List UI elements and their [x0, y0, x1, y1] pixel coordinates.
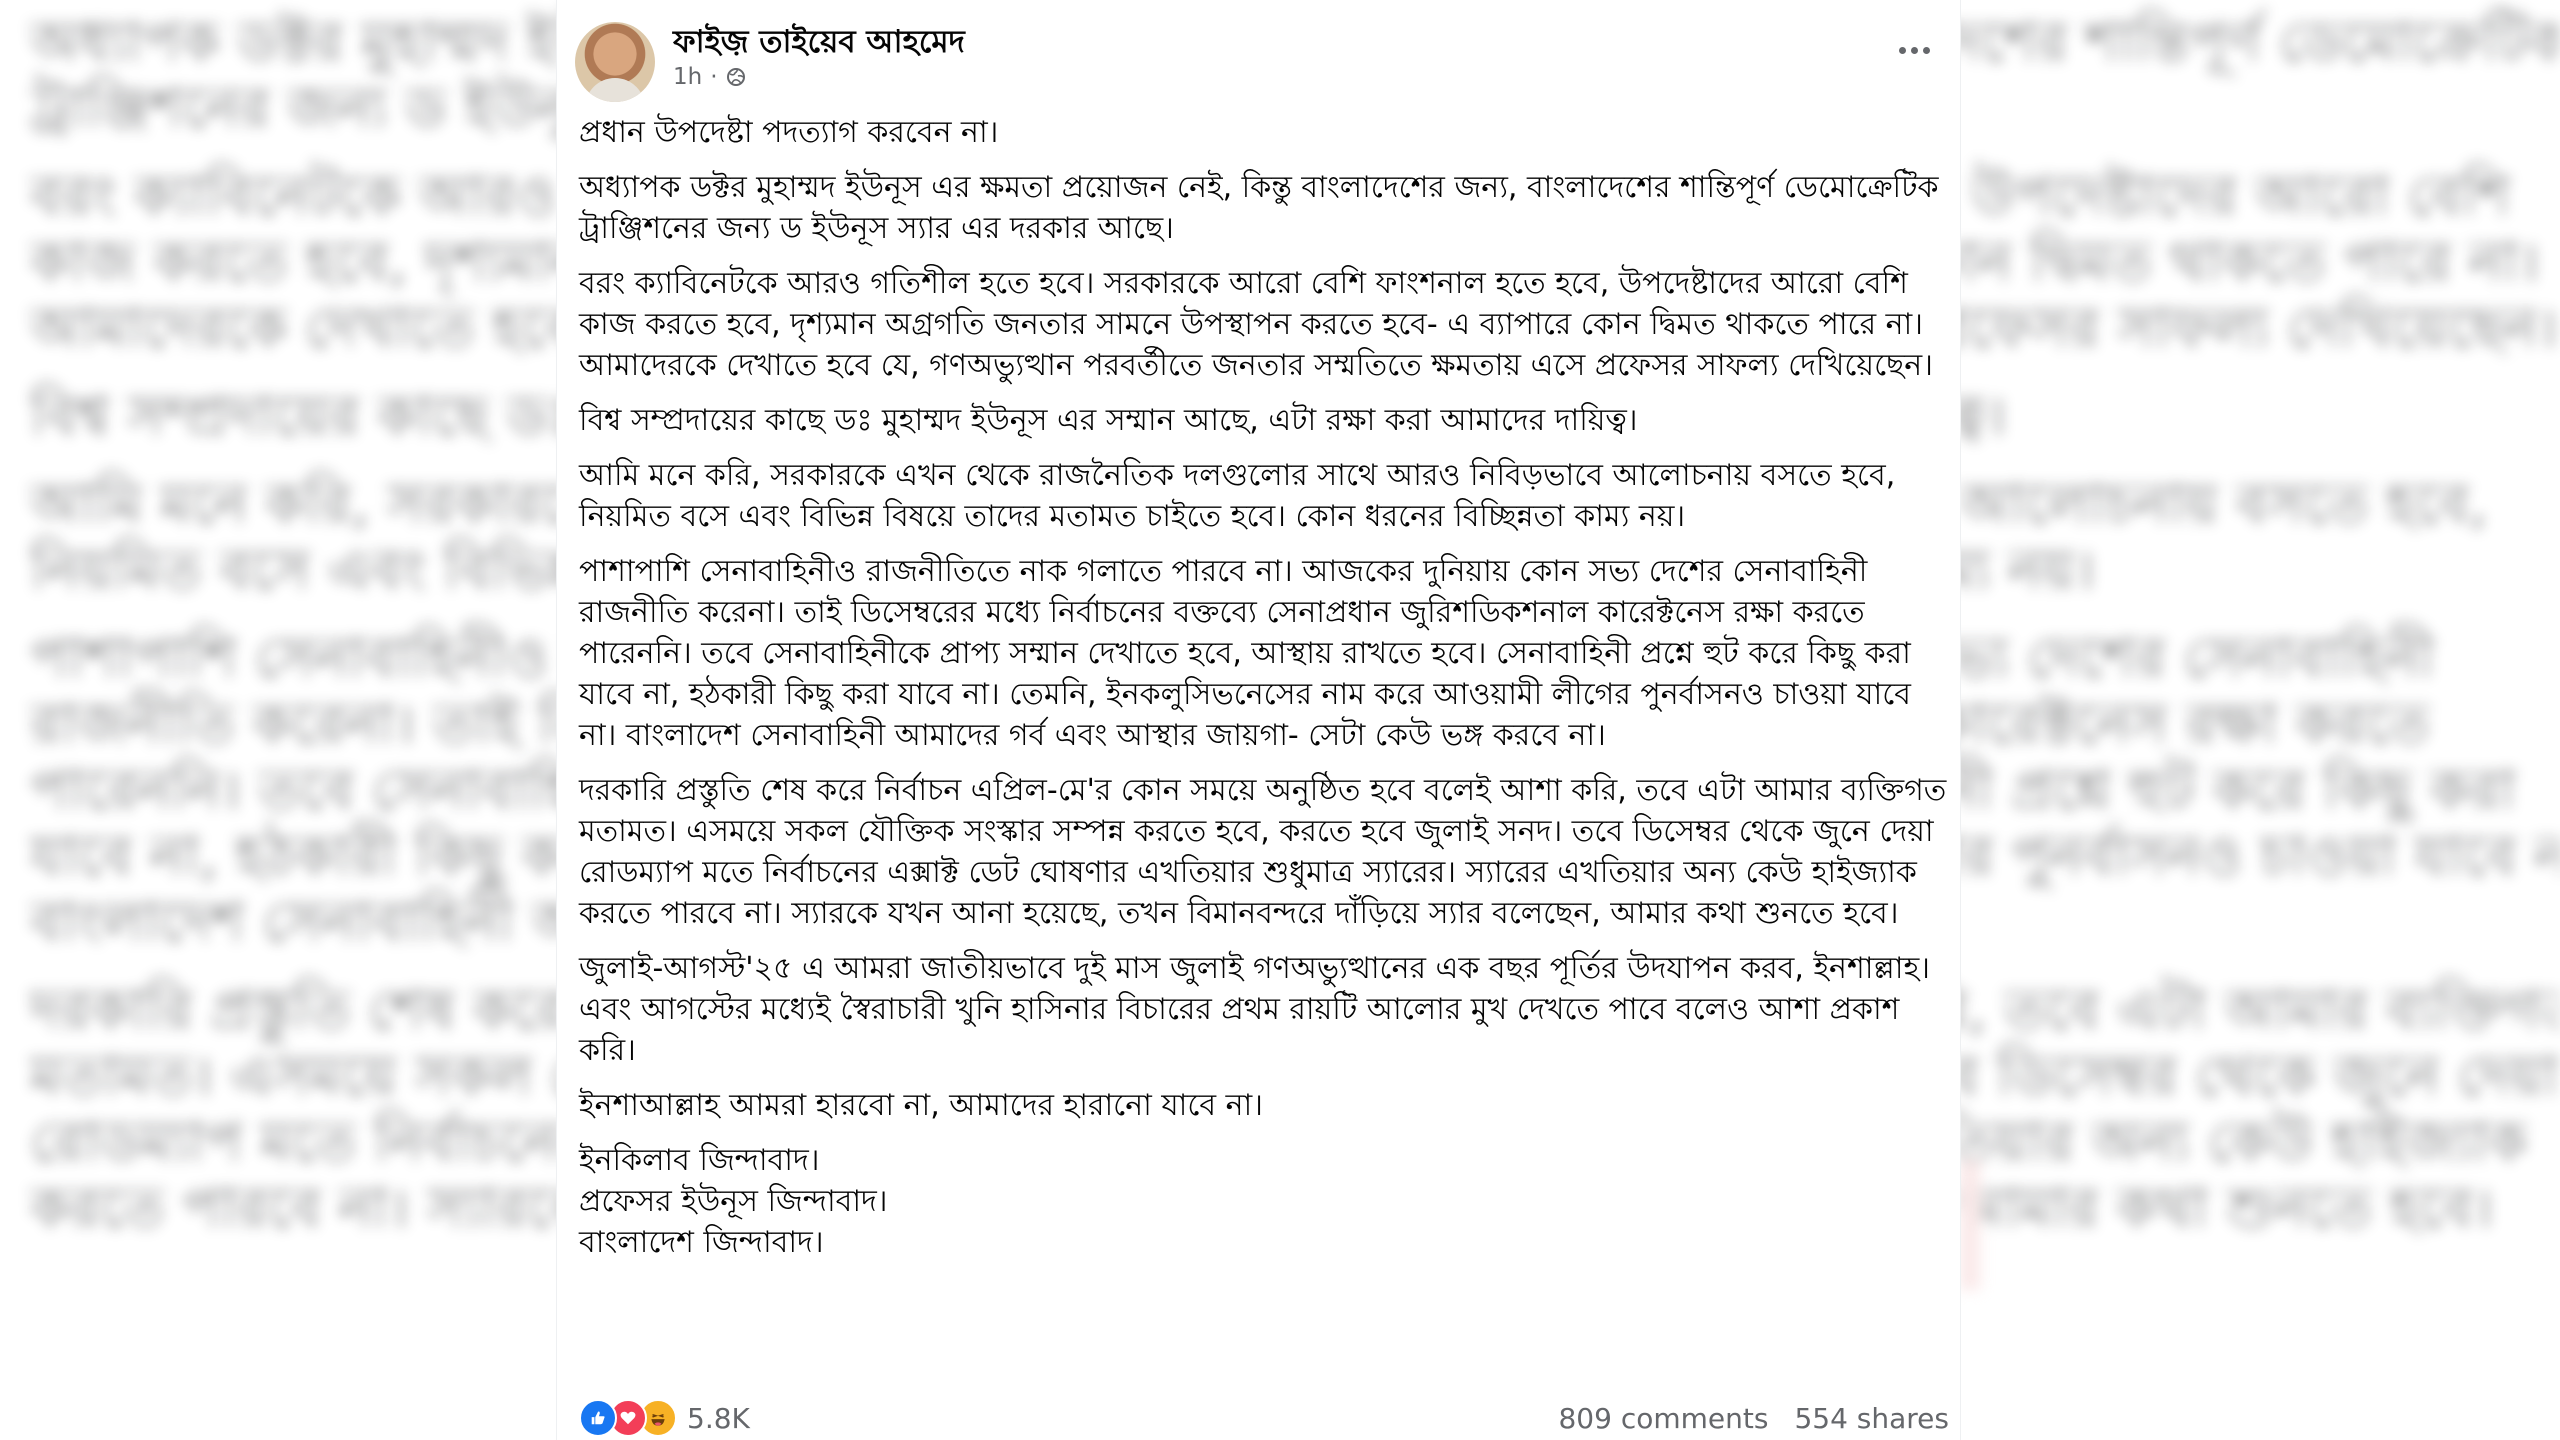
more-options-button[interactable] — [1890, 30, 1938, 70]
like-icon — [579, 1399, 617, 1437]
meta-separator: · — [710, 64, 718, 90]
more-options-icon — [1898, 46, 1906, 54]
more-options-icon — [1910, 46, 1918, 54]
post-paragraph: প্রধান উপদেষ্টা পদত্যাগ করবেন না। — [579, 115, 999, 150]
post-paragraph: অধ্যাপক ডক্টর মুহাম্মদ ইউনূস এর ক্ষমতা প… — [579, 170, 1939, 246]
more-options-icon — [1922, 46, 1930, 54]
post-paragraph: আমি মনে করি, সরকারকে এখন থেকে রাজনৈতিক দ… — [579, 458, 1896, 534]
screenshot-stage: অধ্যাপক ডক্টর মুহাম্মদ ইউনূস এর ক্ষমতা প… — [0, 0, 2560, 1440]
author-avatar[interactable] — [575, 22, 655, 102]
avatar-shirt — [585, 78, 645, 102]
post-paragraph: বিশ্ব সম্প্রদায়ের কাছে ডঃ মুহাম্মদ ইউনূ… — [579, 403, 1638, 438]
reaction-count: 5.8K — [687, 1401, 750, 1435]
globe-icon[interactable] — [726, 67, 746, 87]
shares-count-link[interactable]: 554 shares — [1794, 1402, 1949, 1435]
post-paragraph: বরং ক্যাবিনেটকে আরও গতিশীল হতে হবে। সরকা… — [579, 266, 1933, 383]
background-tint — [1960, 1160, 1980, 1290]
post-time[interactable]: 1h — [673, 64, 702, 90]
post-meta: 1h · — [673, 64, 746, 90]
comments-count-link[interactable]: 809 comments — [1558, 1402, 1768, 1435]
author-name[interactable]: ফাইজ় তাইয়েব আহমেদ — [673, 18, 965, 70]
reaction-summary[interactable]: 5.8K — [579, 1399, 750, 1437]
post-stats-bar: 5.8K 809 comments 554 shares — [579, 1398, 1949, 1438]
post-paragraph: পাশাপাশি সেনাবাহিনীও রাজনীতিতে নাক গলাতে… — [579, 554, 1911, 753]
post-paragraph: জুলাই-আগস্ট'২৫ এ আমরা জাতীয়ভাবে দুই মাস… — [579, 951, 1930, 1068]
post-card: ফাইজ় তাইয়েব আহমেদ 1h · প্রধান উপদেষ্টা… — [557, 0, 1960, 1440]
post-paragraph: দরকারি প্রস্তুতি শেষ করে নির্বাচন এপ্রিল… — [579, 773, 1947, 931]
post-paragraph: ইনকিলাব জিন্দাবাদ। প্রফেসর ইউনূস জিন্দাব… — [579, 1143, 888, 1260]
post-paragraph: ইনশাআল্লাহ আমরা হারবো না, আমাদের হারানো … — [579, 1088, 1263, 1123]
post-header: ফাইজ় তাইয়েব আহমেদ 1h · — [557, 0, 1960, 110]
post-body: প্রধান উপদেষ্টা পদত্যাগ করবেন না। অধ্যাপ… — [579, 112, 1949, 1277]
